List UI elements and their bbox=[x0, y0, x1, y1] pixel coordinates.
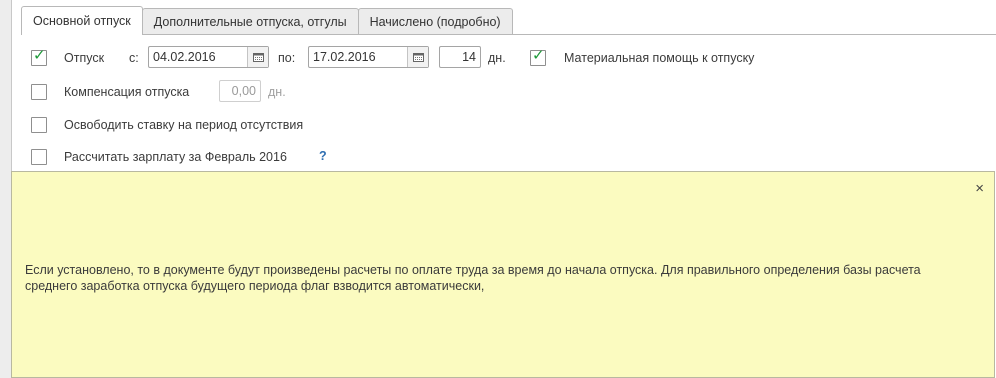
vacation-checkbox[interactable]: ✓ bbox=[31, 47, 47, 66]
help-icon[interactable]: ? bbox=[319, 149, 327, 163]
tab-bar: Основной отпуск Дополнительные отпуска, … bbox=[21, 6, 513, 35]
compensation-row: Компенсация отпуска 0,00 дн. bbox=[0, 80, 996, 104]
tab-accrued-details[interactable]: Начислено (подробно) bbox=[357, 8, 513, 35]
compensation-checkbox[interactable] bbox=[31, 84, 47, 100]
checkmark-icon: ✓ bbox=[532, 47, 545, 64]
days-field[interactable]: 14 bbox=[439, 46, 481, 68]
tab-additional-vacations[interactable]: Дополнительные отпуска, отгулы bbox=[141, 8, 359, 35]
to-label: по: bbox=[278, 51, 296, 65]
calc-salary-checkbox[interactable] bbox=[31, 149, 47, 165]
tab-divider bbox=[21, 34, 996, 35]
date-to-value: 17.02.2016 bbox=[313, 50, 376, 64]
help-tooltip: × Если установлено, то в документе будут… bbox=[11, 171, 995, 378]
tooltip-text: Если установлено, то в документе будут п… bbox=[25, 263, 921, 293]
close-icon[interactable]: × bbox=[975, 181, 984, 197]
days-value: 14 bbox=[462, 50, 476, 64]
tab-main-vacation[interactable]: Основной отпуск bbox=[21, 6, 143, 35]
release-rate-row: Освободить ставку на период отсутствия bbox=[0, 113, 996, 137]
release-rate-checkbox[interactable] bbox=[31, 117, 47, 133]
calendar-icon[interactable] bbox=[247, 47, 268, 67]
date-from-field[interactable]: 04.02.2016 bbox=[148, 46, 269, 68]
vacation-label: Отпуск bbox=[64, 51, 105, 65]
checkmark-icon: ✓ bbox=[33, 47, 46, 64]
from-label: с: bbox=[129, 51, 139, 65]
date-to-field[interactable]: 17.02.2016 bbox=[308, 46, 429, 68]
calc-salary-row: Рассчитать зарплату за Февраль 2016 ? bbox=[0, 145, 996, 169]
release-rate-label: Освободить ставку на период отсутствия bbox=[64, 118, 304, 132]
compensation-label: Компенсация отпуска bbox=[64, 85, 190, 99]
compensation-days-field[interactable]: 0,00 bbox=[219, 80, 261, 102]
material-aid-checkbox[interactable]: ✓ bbox=[530, 47, 546, 66]
calc-salary-label: Рассчитать зарплату за Февраль 2016 bbox=[64, 150, 287, 164]
date-from-value: 04.02.2016 bbox=[153, 50, 216, 64]
compensation-days-unit: дн. bbox=[268, 85, 286, 99]
calendar-icon[interactable] bbox=[407, 47, 428, 67]
days-unit: дн. bbox=[488, 51, 506, 65]
vacation-row: ✓ Отпуск с: 04.02.2016 по: 17.02.2016 14… bbox=[0, 46, 996, 70]
material-aid-label: Материальная помощь к отпуску bbox=[564, 51, 755, 65]
compensation-days-value: 0,00 bbox=[231, 84, 256, 98]
